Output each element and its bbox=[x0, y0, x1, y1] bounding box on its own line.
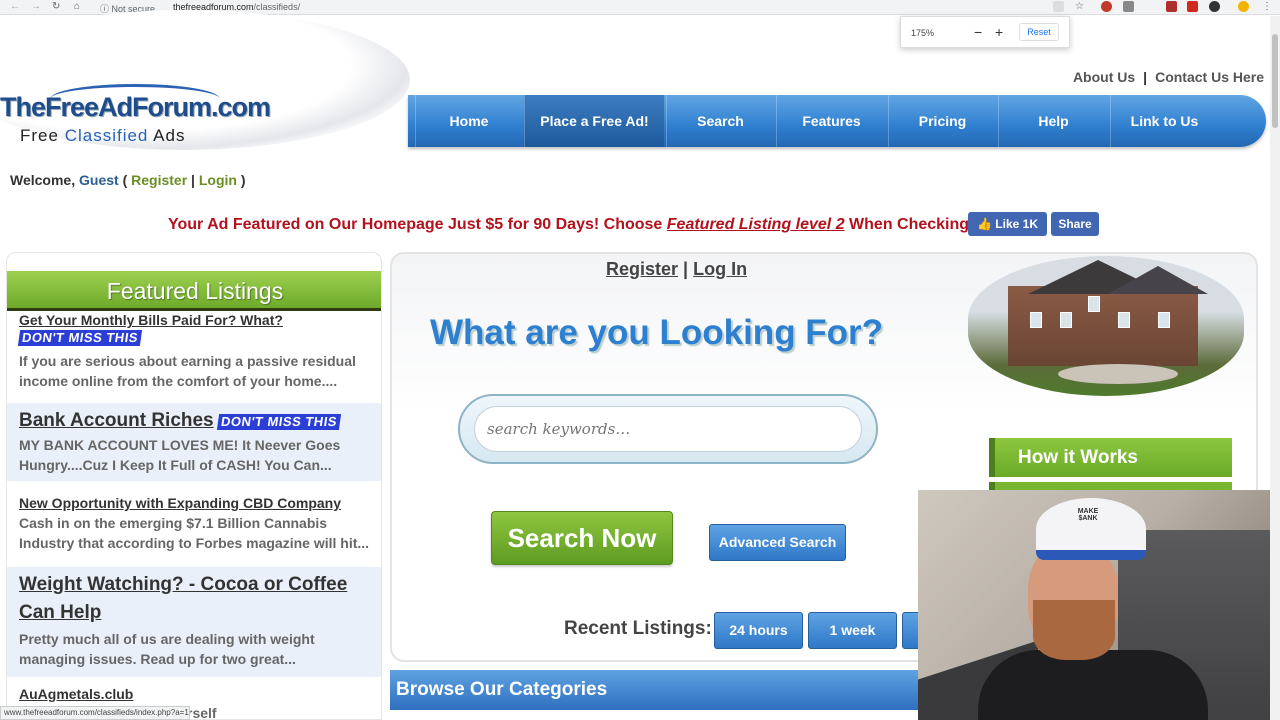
logo-tagline: Free Classified Ads bbox=[20, 126, 186, 145]
extension-icon[interactable] bbox=[1101, 1, 1112, 12]
promo-banner: Your Ad Featured on Our Homepage Just $5… bbox=[168, 216, 1007, 233]
thumbs-up-icon: 👍 bbox=[977, 217, 992, 231]
advanced-search-button[interactable]: Advanced Search bbox=[709, 524, 846, 561]
back-icon[interactable]: ← bbox=[10, 1, 20, 12]
search-now-button[interactable]: Search Now bbox=[491, 511, 673, 565]
listing-description: Pretty much all of us are dealing with w… bbox=[19, 631, 315, 667]
contact-us-link[interactable]: Contact Us Here bbox=[1155, 69, 1264, 85]
scrollbar-thumb[interactable] bbox=[1272, 34, 1278, 128]
house-image bbox=[968, 256, 1244, 396]
zoom-level: 175% bbox=[911, 28, 935, 38]
login-link[interactable]: Log In bbox=[693, 259, 747, 279]
site-logo[interactable]: TheFreeAdForum.com Free Classified Ads bbox=[0, 84, 271, 150]
featured-listing-link[interactable]: Featured Listing level 2 bbox=[667, 216, 845, 233]
search-heading: What are you Looking For? bbox=[430, 313, 884, 352]
zoom-out-button[interactable]: − bbox=[974, 24, 982, 40]
zoom-in-button[interactable]: + bbox=[995, 24, 1003, 40]
nav-pricing[interactable]: Pricing bbox=[888, 95, 996, 147]
webcam-overlay: MAKE $ANK bbox=[918, 490, 1280, 720]
page-scrollbar[interactable] bbox=[1270, 16, 1280, 720]
logo-title: TheFreeAdForum.com bbox=[0, 92, 271, 122]
guest-label: Guest bbox=[79, 172, 119, 188]
list-item[interactable]: New Opportunity with Expanding CBD Compa… bbox=[7, 493, 381, 563]
featured-listings-heading: Featured Listings bbox=[7, 271, 381, 311]
search-input[interactable] bbox=[474, 406, 862, 452]
listing-description: If you are serious about earning a passi… bbox=[19, 353, 356, 389]
facebook-like-button[interactable]: 👍 Like 1K bbox=[968, 212, 1047, 236]
profile-icon[interactable] bbox=[1238, 1, 1249, 12]
extension-icon[interactable] bbox=[1209, 1, 1220, 12]
listing-title[interactable]: New Opportunity with Expanding CBD Compa… bbox=[19, 493, 371, 513]
nav-link-to-us[interactable]: Link to Us bbox=[1110, 95, 1218, 147]
listing-title[interactable]: Bank Account Riches bbox=[19, 410, 214, 431]
status-bar-url: www.thefreeadforum.com/classifieds/index… bbox=[0, 706, 190, 720]
listing-title[interactable]: AuAgmetals.club bbox=[19, 685, 371, 703]
register-login-links: Register | Log In bbox=[606, 259, 748, 279]
recent-listings-label: Recent Listings: bbox=[564, 618, 712, 639]
extension-icon[interactable] bbox=[1123, 1, 1134, 12]
extension-icon[interactable] bbox=[1166, 1, 1177, 12]
facebook-share-button[interactable]: Share bbox=[1051, 212, 1099, 236]
nav-features[interactable]: Features bbox=[776, 95, 886, 147]
welcome-bar: Welcome, Guest ( Register | Login ) bbox=[10, 172, 246, 188]
zoom-popup: 175% − + Reset bbox=[900, 16, 1070, 48]
dont-miss-badge: DON'T MISS THIS bbox=[17, 329, 143, 346]
listing-description: Cash in on the emerging $7.1 Billion Can… bbox=[19, 515, 370, 551]
extension-icon[interactable] bbox=[1187, 1, 1198, 12]
register-link[interactable]: Register bbox=[606, 259, 678, 279]
register-link[interactable]: Register bbox=[131, 172, 187, 188]
listing-title[interactable]: Weight Watching? - Cocoa or Coffee Can H… bbox=[19, 571, 371, 627]
reload-icon[interactable]: ↻ bbox=[52, 1, 60, 12]
listing-description: MY BANK ACCOUNT LOVES ME! It Neever Goes… bbox=[19, 437, 341, 473]
home-icon[interactable]: ⌂ bbox=[74, 1, 80, 12]
forward-icon[interactable]: → bbox=[31, 1, 41, 12]
nav-place-ad[interactable]: Place a Free Ad! bbox=[524, 95, 664, 147]
top-links: About Us | Contact Us Here bbox=[1072, 69, 1264, 85]
list-item[interactable]: Weight Watching? - Cocoa or Coffee Can H… bbox=[7, 567, 381, 677]
menu-icon[interactable]: ⋮ bbox=[1262, 1, 1272, 12]
main-nav: Home Place a Free Ad! Search Features Pr… bbox=[408, 95, 1266, 147]
nav-help[interactable]: Help bbox=[998, 95, 1108, 147]
zoom-reset-button[interactable]: Reset bbox=[1019, 23, 1059, 41]
list-item[interactable]: Bank Account Riches DON'T MISS THIS MY B… bbox=[7, 403, 381, 481]
dont-miss-badge: DON'T MISS THIS bbox=[216, 413, 342, 430]
recent-1-week-button[interactable]: 1 week bbox=[808, 612, 897, 649]
nav-search[interactable]: Search bbox=[666, 95, 774, 147]
nav-home[interactable]: Home bbox=[415, 95, 522, 147]
browse-categories-heading: Browse Our Categories bbox=[390, 670, 990, 710]
featured-listings-panel: Featured Listings Get Your Monthly Bills… bbox=[6, 252, 382, 720]
cap-text: MAKE $ANK bbox=[1077, 508, 1099, 522]
recent-24-hours-button[interactable]: 24 hours bbox=[714, 612, 803, 649]
star-icon[interactable]: ☆ bbox=[1075, 1, 1084, 12]
about-us-link[interactable]: About Us bbox=[1073, 69, 1135, 85]
listing-title[interactable]: Get Your Monthly Bills Paid For? What? bbox=[19, 311, 371, 329]
list-item[interactable]: Get Your Monthly Bills Paid For? What? D… bbox=[7, 311, 381, 395]
login-link[interactable]: Login bbox=[199, 172, 237, 188]
zoom-icon[interactable] bbox=[1053, 1, 1064, 12]
how-it-works-button[interactable]: How it Works bbox=[989, 438, 1232, 477]
